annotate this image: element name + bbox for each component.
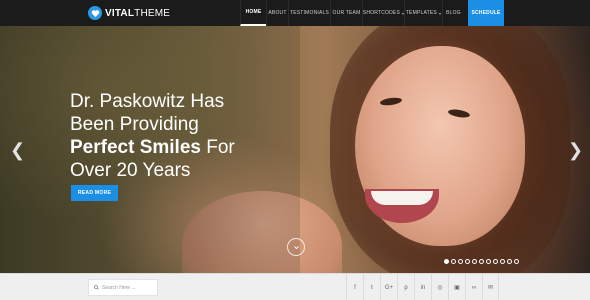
slider-dot[interactable] <box>451 259 456 264</box>
instagram-icon[interactable]: ◎ <box>431 274 448 300</box>
hero-headline-line4: Over 20 Years <box>70 160 191 181</box>
main-nav: HOME ABOUT TESTIMONIALS OUR TEAM SHORTCODES ▾… <box>240 0 464 26</box>
hero-slider: Dr. Paskowitz Has Been Providing Perfect… <box>0 26 590 273</box>
slider-dot[interactable] <box>465 259 470 264</box>
nav-item-label: OUR TEAM <box>332 10 361 16</box>
site-header: VITALTHEME HOME ABOUT TESTIMONIALS OUR TEAM… <box>0 0 590 26</box>
hero-image-teeth <box>371 191 433 205</box>
twitter-icon[interactable]: t <box>363 274 380 300</box>
google-plus-icon[interactable]: G+ <box>380 274 397 300</box>
nav-item-testimonials[interactable]: TESTIMONIALS <box>288 0 330 26</box>
nav-item-about[interactable]: ABOUT <box>266 0 288 26</box>
nav-item-label: HOME <box>245 9 262 15</box>
slider-dot[interactable] <box>479 259 484 264</box>
brand-name-bold: VITAL <box>105 7 135 19</box>
read-more-button[interactable]: READ MORE <box>71 185 118 201</box>
nav-item-shortcodes[interactable]: SHORTCODES ▾ <box>362 0 404 26</box>
nav-item-label: TEMPLATES <box>405 10 437 16</box>
slider-dot[interactable] <box>493 259 498 264</box>
search-input[interactable] <box>102 284 157 291</box>
slider-dot[interactable] <box>444 259 449 264</box>
nav-item-templates[interactable]: TEMPLATES ▾ <box>404 0 442 26</box>
nav-item-our-team[interactable]: OUR TEAM <box>330 0 362 26</box>
hero-headline-line3-rest: For <box>200 137 235 158</box>
slider-dot[interactable] <box>507 259 512 264</box>
slider-pagination <box>444 259 521 264</box>
facebook-icon[interactable]: f <box>346 274 363 300</box>
nav-item-label: BLOG <box>446 10 461 16</box>
link-icon[interactable]: ∞ <box>465 274 482 300</box>
nav-item-label: TESTIMONIALS <box>289 10 330 16</box>
nav-item-blog[interactable]: BLOG <box>442 0 464 26</box>
scroll-down-button[interactable] <box>287 238 305 256</box>
slider-dot[interactable] <box>458 259 463 264</box>
chevron-down-icon: ▾ <box>438 10 442 16</box>
search-icon <box>94 285 99 290</box>
hero-headline-line1: Dr. Paskowitz Has <box>70 91 225 112</box>
linkedin-icon[interactable]: in <box>414 274 431 300</box>
hero-headline: Dr. Paskowitz Has Been Providing Perfect… <box>70 90 310 182</box>
nav-item-home[interactable]: HOME <box>240 0 266 26</box>
hero-headline-emphasis: Perfect Smiles <box>70 137 201 158</box>
pinterest-icon[interactable]: p <box>397 274 414 300</box>
nav-item-label: ABOUT <box>268 10 287 16</box>
slider-dot[interactable] <box>514 259 519 264</box>
slider-dot[interactable] <box>472 259 477 264</box>
tooth-heart-icon <box>88 6 102 20</box>
hero-headline-line2: Been Providing <box>70 114 199 135</box>
brand-name-light: THEME <box>134 7 171 19</box>
search-box <box>88 279 158 296</box>
flickr-icon[interactable]: ▣ <box>448 274 465 300</box>
next-slide-arrow-icon[interactable]: ❯ <box>568 141 583 159</box>
utility-bar: ftG+pin◎▣∞✉ <box>0 273 590 300</box>
slider-dot[interactable] <box>486 259 491 264</box>
chevron-down-icon <box>293 245 299 249</box>
brand-name: VITALTHEME <box>105 8 170 19</box>
email-icon[interactable]: ✉ <box>482 274 499 300</box>
prev-slide-arrow-icon[interactable]: ❮ <box>10 141 25 159</box>
schedule-button[interactable]: SCHEDULE <box>468 0 504 26</box>
nav-item-label: SHORTCODES <box>362 10 400 16</box>
social-links: f t G+ p in ◎ ▣ ∞ ✉ <box>346 274 499 300</box>
hero-headline-line3: Perfect Smiles For <box>70 136 310 159</box>
site-logo[interactable]: VITALTHEME <box>88 4 170 22</box>
slider-dot[interactable] <box>500 259 505 264</box>
